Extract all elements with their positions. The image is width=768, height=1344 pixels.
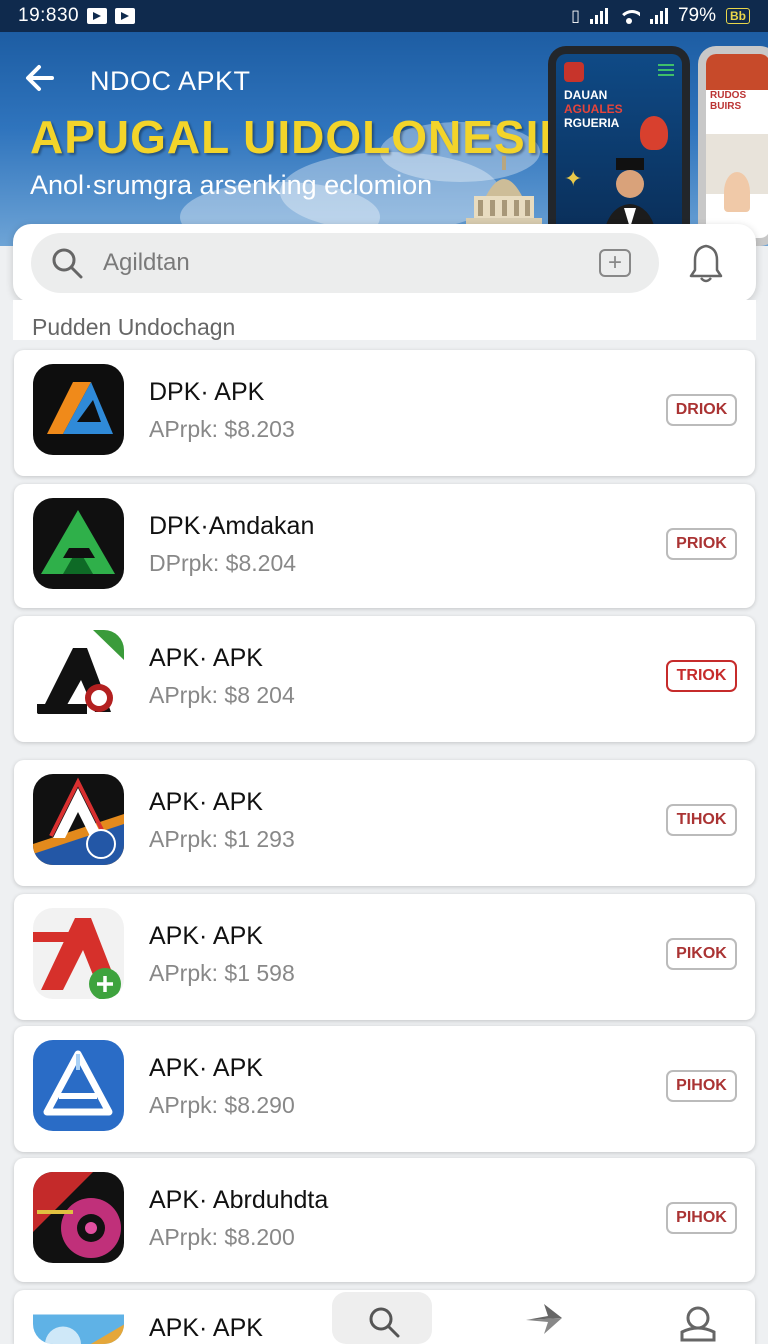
action-button[interactable]: PRIOK: [666, 528, 737, 560]
battery-icon: Bb: [726, 8, 750, 24]
send-icon: [526, 1304, 562, 1334]
action-button[interactable]: PIKOK: [666, 938, 737, 970]
search-icon: [369, 1307, 400, 1338]
wifi-icon: [617, 8, 640, 24]
list-item[interactable]: APK· APK APrpk: $8.290 PIHOK: [14, 1026, 755, 1152]
app-price: APrpk: $8 204: [149, 682, 295, 708]
list-item[interactable]: APK· APK APrpk: $1 293 TIHOK: [14, 760, 755, 886]
back-arrow-icon[interactable]: [22, 60, 62, 96]
list-item[interactable]: DPK· APK APrpk: $8.203 DRIOK: [14, 350, 755, 476]
nav-send[interactable]: [494, 1292, 594, 1344]
app-price: APrpk: $8.290: [149, 1092, 295, 1118]
app-icon: [33, 1040, 124, 1131]
bottom-nav: [0, 1284, 768, 1344]
list-item[interactable]: APK· APK APrpk: $1 598 PIKOK: [14, 894, 755, 1020]
search-input[interactable]: [103, 245, 583, 281]
header-banner: NDOC APKT APUGAL UIDOLONESIN Anol·srumgr…: [0, 32, 768, 246]
app-name: APK· Abrduhdta: [149, 1186, 329, 1214]
app-name: APK· APK: [149, 1054, 263, 1082]
status-bar: 19:830 ▯ 79% Bb: [0, 0, 768, 32]
signal-icon: [589, 8, 608, 24]
vibrate-icon: ▯: [571, 8, 580, 25]
section-title: Pudden Undochagn: [32, 314, 236, 340]
media-icon: [87, 8, 108, 24]
banner-subtitle: Anol·srumgra arsenking eclomion: [30, 170, 433, 200]
media-icon: [115, 8, 136, 24]
status-time: 19:830: [18, 5, 80, 26]
app-name: DPK·Amdakan: [149, 512, 315, 540]
app-title: NDOC APKT: [90, 66, 251, 96]
app-name: APK· APK: [149, 922, 263, 950]
action-button[interactable]: TRIOK: [666, 660, 737, 692]
action-button[interactable]: DRIOK: [666, 394, 737, 426]
app-price: APrpk: $8.203: [149, 416, 295, 442]
list-item[interactable]: APK· Abrduhdta APrpk: $8.200 PIHOK: [14, 1158, 755, 1282]
app-icon: [33, 908, 124, 999]
app-price: DPrpk: $8.204: [149, 550, 297, 576]
add-icon[interactable]: +: [599, 249, 631, 277]
app-name: APK· APK: [149, 788, 263, 816]
search-bar[interactable]: +: [31, 233, 659, 293]
app-icon: [33, 774, 124, 865]
search-card: +: [13, 224, 756, 302]
list-item[interactable]: APK· APK APrpk: $8 204 TRIOK: [14, 616, 755, 742]
app-icon: [33, 630, 124, 721]
app-price: APrpk: $1 293: [149, 826, 295, 852]
app-name: DPK· APK: [149, 378, 265, 406]
action-button[interactable]: PIHOK: [666, 1070, 737, 1102]
search-icon: [52, 248, 83, 279]
app-price: APrpk: $1 598: [149, 960, 295, 986]
app-name: APK· APK: [149, 644, 263, 672]
action-button[interactable]: TIHOK: [666, 804, 737, 836]
promo-phone-image: RUDOS BUIRS: [698, 46, 768, 246]
list-item[interactable]: DPK·Amdakan DPrpk: $8.204 PRIOK: [14, 484, 755, 608]
profile-icon: [680, 1306, 716, 1342]
app-icon: [33, 1172, 124, 1263]
promo-phone-image: DAUAN AGUALES RGUERIA ✦: [548, 46, 690, 246]
nav-profile[interactable]: [648, 1292, 748, 1344]
signal-icon: [649, 8, 668, 24]
app-icon: [33, 498, 124, 589]
action-button[interactable]: PIHOK: [666, 1202, 737, 1234]
monument-image: [466, 156, 542, 228]
app-price: APrpk: $8.200: [149, 1224, 295, 1250]
app-icon: [33, 364, 124, 455]
notification-bell-icon[interactable]: [687, 242, 725, 284]
battery-percent: 79%: [677, 5, 716, 26]
nav-search[interactable]: [332, 1292, 432, 1344]
